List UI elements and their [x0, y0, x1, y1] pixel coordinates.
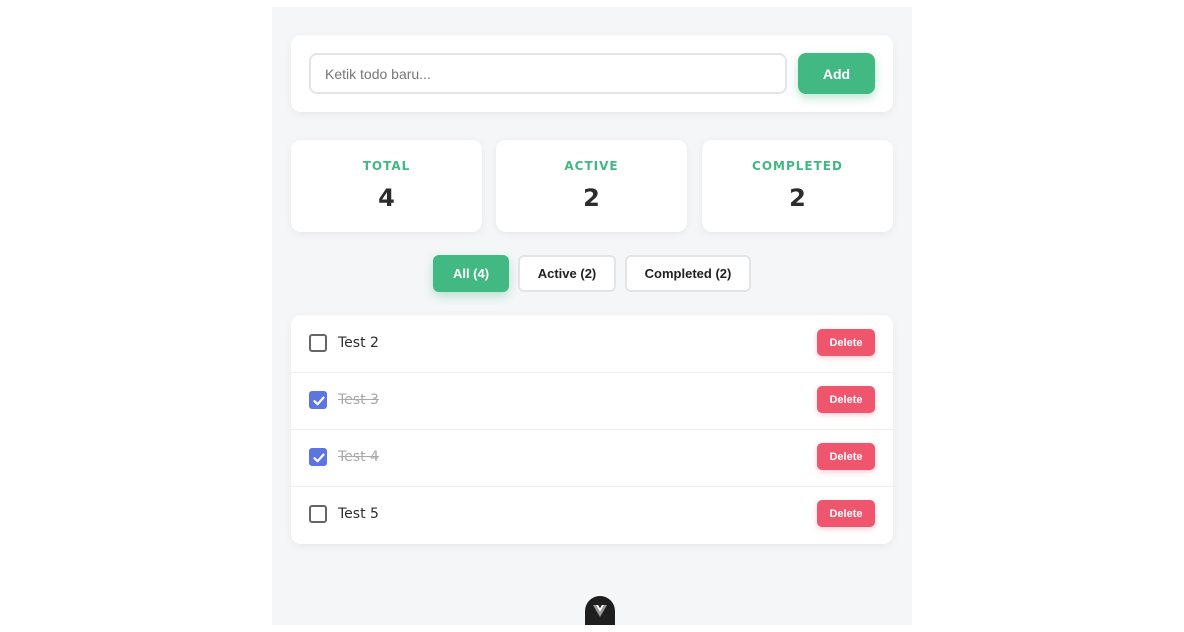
- todo-item: Test 3 Delete: [291, 372, 893, 430]
- delete-button[interactable]: Delete: [817, 386, 875, 413]
- todo-checkbox[interactable]: [309, 505, 327, 523]
- todo-item: Test 4 Delete: [291, 429, 893, 487]
- vue-devtools-button[interactable]: [585, 596, 615, 625]
- todo-item: Test 2 Delete: [291, 315, 893, 373]
- todo-checkbox[interactable]: [309, 334, 327, 352]
- todo-text: Test 5: [338, 506, 379, 522]
- new-todo-card: Add: [291, 35, 893, 112]
- stat-completed: COMPLETED 2: [702, 140, 893, 232]
- stat-total: TOTAL 4: [291, 140, 482, 232]
- stat-completed-label: COMPLETED: [752, 159, 843, 173]
- todo-item: Test 5 Delete: [291, 486, 893, 543]
- delete-button[interactable]: Delete: [817, 329, 875, 356]
- stat-active-value: 2: [583, 184, 600, 212]
- stat-total-value: 4: [378, 184, 395, 212]
- add-button[interactable]: Add: [798, 53, 875, 94]
- stat-total-label: TOTAL: [362, 159, 411, 173]
- stat-active: ACTIVE 2: [496, 140, 687, 232]
- delete-button[interactable]: Delete: [817, 443, 875, 470]
- stat-completed-value: 2: [789, 184, 806, 212]
- stat-active-label: ACTIVE: [564, 159, 619, 173]
- filter-completed-button[interactable]: Completed (2): [625, 255, 751, 292]
- filter-all-button[interactable]: All (4): [433, 255, 509, 292]
- delete-button[interactable]: Delete: [817, 500, 875, 527]
- todo-text: Test 4: [338, 449, 379, 465]
- check-icon: [313, 396, 325, 406]
- vue-devtools-icon: [593, 605, 607, 617]
- todo-checkbox[interactable]: [309, 448, 327, 466]
- filter-bar: All (4) Active (2) Completed (2): [272, 255, 912, 292]
- todo-list: Test 2 Delete Test 3 Delete Test 4 Delet…: [291, 315, 893, 544]
- todo-text: Test 3: [338, 392, 379, 408]
- todo-app: Add TOTAL 4 ACTIVE 2 COMPLETED 2 All (4)…: [272, 7, 912, 625]
- todo-checkbox[interactable]: [309, 391, 327, 409]
- filter-active-button[interactable]: Active (2): [518, 255, 616, 292]
- new-todo-input[interactable]: [309, 53, 787, 94]
- check-icon: [313, 453, 325, 463]
- todo-text: Test 2: [338, 335, 379, 351]
